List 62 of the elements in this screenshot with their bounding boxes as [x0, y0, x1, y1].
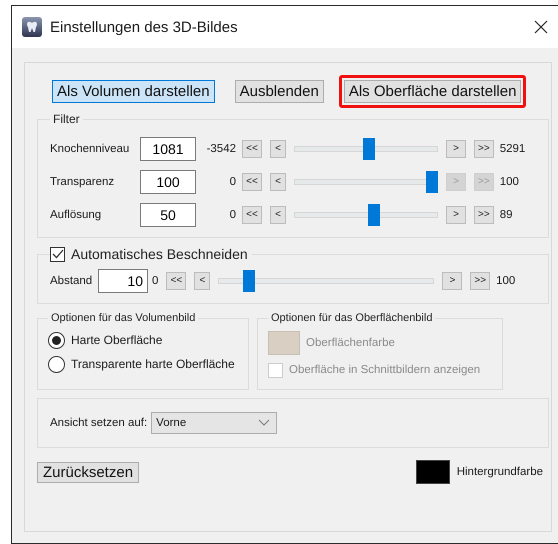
max-value: 89: [500, 208, 512, 220]
slider[interactable]: [294, 204, 438, 226]
checkbox-label: Oberfläche in Schnittbildern anzeigen: [289, 364, 480, 376]
color-label: Oberflächenfarbe: [306, 337, 395, 349]
radio-label: Harte Oberfläche: [71, 333, 162, 347]
slider[interactable]: [294, 170, 438, 192]
chevron-down-icon: [258, 419, 270, 427]
tooth-icon: [22, 17, 42, 37]
max-value: 100: [500, 176, 519, 188]
min-value: 0: [228, 176, 237, 188]
step-button[interactable]: <: [270, 172, 286, 190]
value-field[interactable]: 10: [98, 268, 148, 292]
step-button[interactable]: <<: [242, 206, 262, 224]
step-button[interactable]: <: [194, 272, 210, 290]
value-field[interactable]: 50: [140, 202, 196, 226]
reset-button[interactable]: Zurücksetzen: [37, 462, 140, 482]
field-label: Auflösung: [50, 208, 102, 220]
max-value: 5291: [500, 142, 526, 154]
slider[interactable]: [294, 138, 438, 160]
step-button[interactable]: <: [270, 206, 286, 224]
color-swatch-button[interactable]: [416, 460, 450, 484]
step-button[interactable]: <: [270, 140, 286, 158]
color-label: Hintergrundfarbe: [456, 466, 543, 478]
checkbox[interactable]: [50, 246, 65, 262]
mode-button[interactable]: Als Oberfläche darstellen: [344, 80, 522, 103]
step-button[interactable]: <<: [166, 272, 186, 290]
view-dropdown[interactable]: Vorne: [151, 412, 278, 434]
radio-label: Transparente harte Oberfläche: [71, 357, 235, 371]
slider-thumb[interactable]: [242, 270, 255, 292]
group-title: Optionen für das Oberflächenbild: [270, 312, 434, 324]
mode-button[interactable]: Ausblenden: [234, 80, 324, 103]
max-value: 100: [496, 274, 516, 286]
field-label: Abstand: [50, 274, 94, 286]
slider-thumb[interactable]: [368, 204, 380, 226]
min-value: 0: [151, 274, 160, 286]
slider-thumb[interactable]: [362, 138, 375, 160]
group-title: Filter: [52, 112, 81, 126]
checkmark-icon: [52, 249, 64, 259]
close-icon: [534, 20, 548, 34]
step-button[interactable]: >: [446, 140, 466, 158]
value-field[interactable]: 1081: [140, 136, 196, 160]
checkbox-label: Automatisches Beschneiden: [71, 246, 248, 262]
field-label: Transparenz: [50, 176, 116, 188]
step-button[interactable]: >>: [470, 272, 490, 290]
value-field[interactable]: 100: [140, 170, 196, 194]
field-label: Ansicht setzen auf:: [50, 417, 148, 429]
step-button[interactable]: >>: [474, 206, 494, 224]
slider[interactable]: [218, 270, 434, 292]
step-button[interactable]: <<: [242, 140, 262, 158]
step-button[interactable]: <<: [242, 172, 262, 190]
window-title: Einstellungen des 3D-Bildes: [50, 18, 239, 36]
slider-thumb[interactable]: [426, 170, 438, 192]
min-value: 0: [228, 208, 237, 220]
radio-button[interactable]: [48, 332, 65, 348]
group-title: Optionen für das Volumenbild: [50, 312, 196, 324]
radio-button[interactable]: [48, 356, 65, 372]
step-button[interactable]: >: [442, 272, 462, 290]
min-value: -3542: [206, 142, 237, 154]
field-label: Knochenniveau: [50, 142, 130, 154]
mode-button[interactable]: Als Volumen darstellen: [52, 80, 215, 103]
step-button[interactable]: >>: [474, 140, 494, 158]
step-button[interactable]: >: [446, 206, 466, 224]
